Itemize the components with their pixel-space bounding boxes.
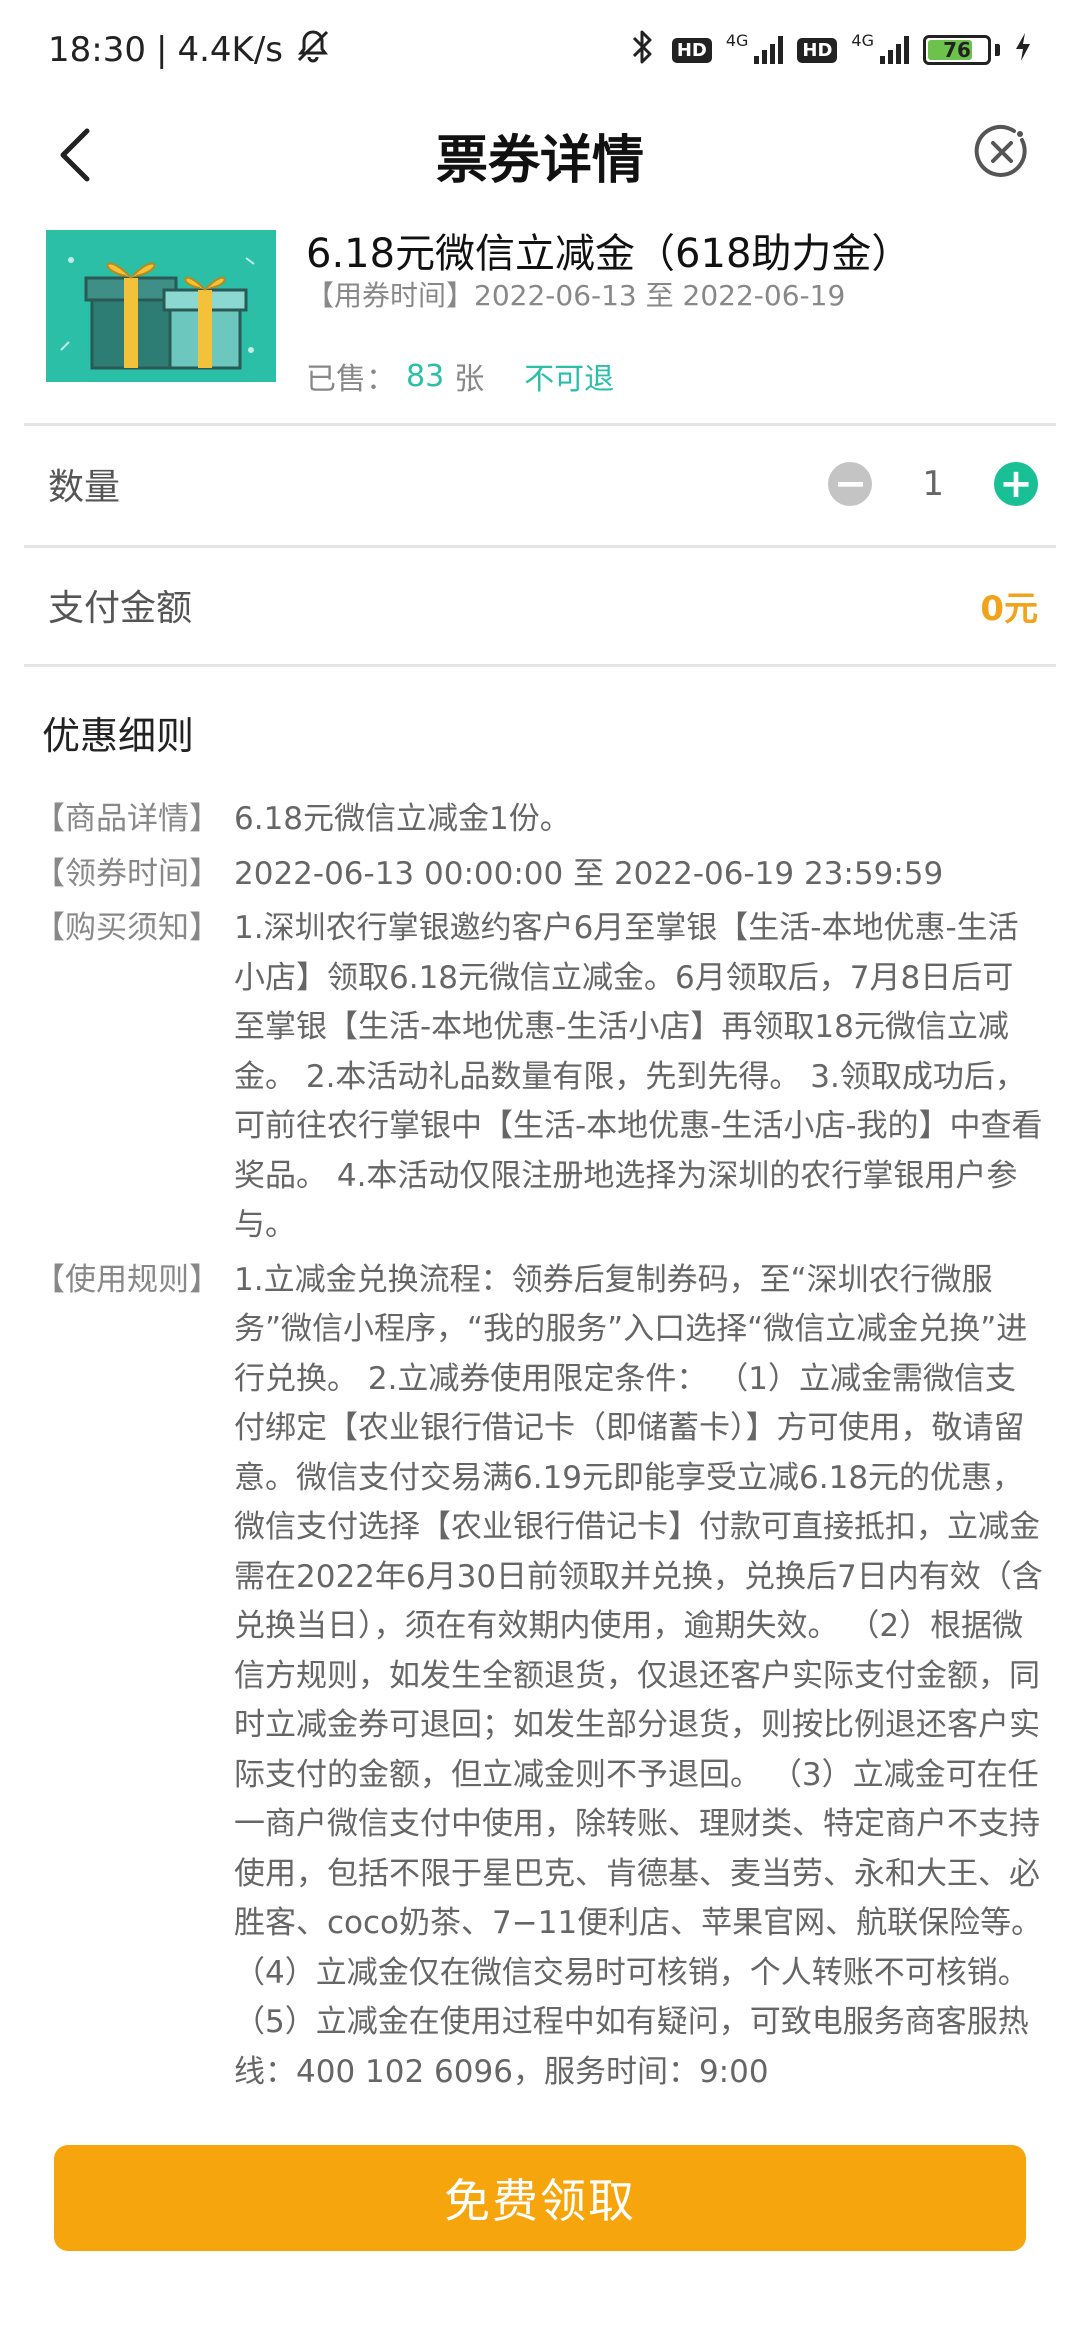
product-info: 6.18元微信立减金（618助力金） 【用券时间】2022-06-13 至 20… [306, 230, 1036, 397]
quantity-label: 数量 [48, 467, 121, 508]
rules-heading: 优惠细则 [42, 714, 195, 758]
rule-text: 6.18元微信立减金1份。 [234, 801, 571, 837]
product-time: 【用券时间】2022-06-13 至 2022-06-19 [306, 278, 1036, 314]
status-time: 18:30 [48, 30, 146, 70]
rule-item: 【购买须知】 1.深圳农行掌银邀约客户6月至掌银【生活-本地优惠-生活小店】领取… [34, 904, 1044, 1251]
status-separator: | [155, 30, 168, 70]
status-speed: 4.4K/s [177, 30, 283, 70]
status-left: 18:30 | 4.4K/s [48, 26, 333, 75]
rule-text: 1.深圳农行掌银邀约客户6月至掌银【生活-本地优惠-生活小店】领取6.18元微信… [234, 910, 1043, 1243]
signal-icon [754, 36, 784, 64]
product-card: 6.18元微信立减金（618助力金） 【用券时间】2022-06-13 至 20… [46, 230, 1036, 397]
rule-item: 【使用规则】 1.立减金兑换流程：领券后复制券码，至“深圳农行微服务”微信小程序… [34, 1256, 1044, 2098]
rule-item: 【商品详情】 6.18元微信立减金1份。 [34, 795, 1044, 845]
rule-item: 【领券时间】 2022-06-13 00:00:00 至 2022-06-19 … [34, 850, 1044, 900]
sold-label: 已售： [306, 362, 396, 397]
network-label-1: 4G [725, 30, 749, 50]
mute-icon [293, 26, 333, 75]
status-bar: 18:30 | 4.4K/s HD 4G HD 4G 76 [0, 0, 1080, 100]
sold-unit: 张 [454, 362, 485, 397]
back-button[interactable] [40, 120, 110, 190]
battery-cap [995, 44, 1000, 56]
payment-amount: 0元 [980, 588, 1038, 629]
product-time-label: 【用券时间】 [306, 279, 475, 312]
rule-label: 【领券时间】 [34, 855, 220, 892]
claim-free-button[interactable]: 免费领取 [54, 2145, 1026, 2251]
battery-level: 76 [943, 38, 971, 62]
product-title: 6.18元微信立减金（618助力金） [306, 231, 912, 277]
close-icon [974, 125, 1027, 177]
payment-label: 支付金额 [48, 588, 193, 629]
quantity-row: 数量 − 1 + [48, 426, 1038, 542]
signal-icon-2 [880, 36, 909, 64]
rule-text: 1.立减金兑换流程：领券后复制券码，至“深圳农行微服务”微信小程序，“我的服务”… [234, 1261, 1043, 2090]
rule-text: 2022-06-13 00:00:00 至 2022-06-19 23:59:5… [234, 855, 944, 892]
hd-badge-1: HD [671, 37, 712, 63]
close-button[interactable] [964, 114, 1040, 190]
nav-bar: 票券详情 [0, 100, 1080, 210]
rules-list: 【商品详情】 6.18元微信立减金1份。 【领券时间】 2022-06-13 0… [34, 795, 1044, 2102]
charging-icon [1014, 31, 1032, 69]
status-right: HD 4G HD 4G 76 [628, 28, 1032, 72]
product-time-range: 2022-06-13 至 2022-06-19 [474, 279, 846, 312]
divider [24, 664, 1056, 667]
hd-badge-2: HD [797, 37, 838, 63]
increase-button[interactable]: + [994, 462, 1038, 506]
page-title: 票券详情 [435, 130, 644, 191]
battery-icon: 76 [923, 35, 991, 65]
quantity-stepper: − 1 + [828, 462, 1038, 506]
gift-box-image [46, 230, 276, 382]
sold-count: 83 [406, 358, 445, 394]
product-sold: 已售： 83 张 不可退 [306, 354, 1036, 398]
rule-label: 【商品详情】 [34, 801, 220, 837]
bluetooth-icon [628, 28, 658, 72]
rule-label: 【购买须知】 [34, 910, 220, 946]
refund-status: 不可退 [524, 362, 615, 397]
network-label-2: 4G [851, 30, 874, 50]
back-arrow-icon [60, 128, 90, 182]
quantity-value: 1 [922, 464, 944, 504]
decrease-button[interactable]: − [828, 462, 873, 506]
gift-box-icon [46, 230, 276, 382]
payment-row: 支付金额 0元 [48, 547, 1038, 663]
rule-label: 【使用规则】 [34, 1261, 220, 1298]
